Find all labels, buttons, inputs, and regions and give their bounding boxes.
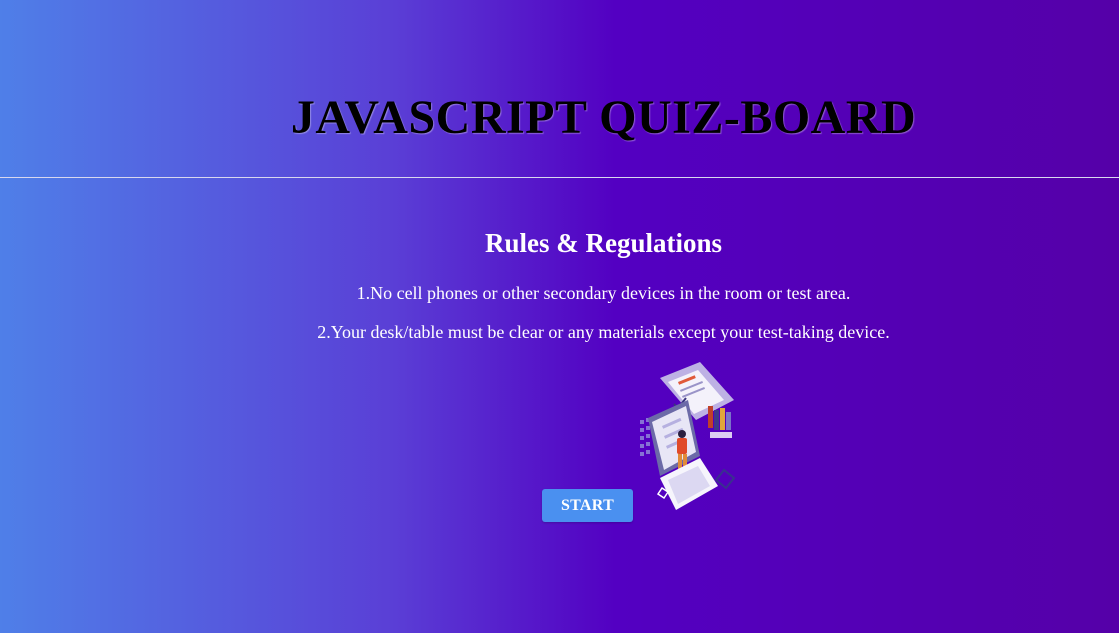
rule-item-2: 2.Your desk/table must be clear or any m… (317, 322, 890, 342)
rules-heading: Rules & Regulations (484, 228, 722, 258)
quiz-illustration-icon (640, 362, 736, 510)
start-button[interactable]: START (542, 489, 633, 522)
rule-item-1: 1.No cell phones or other secondary devi… (356, 283, 851, 303)
page-title: JAVASCRIPT QUIZ-BOARD (290, 91, 917, 144)
header-divider (0, 177, 1119, 178)
